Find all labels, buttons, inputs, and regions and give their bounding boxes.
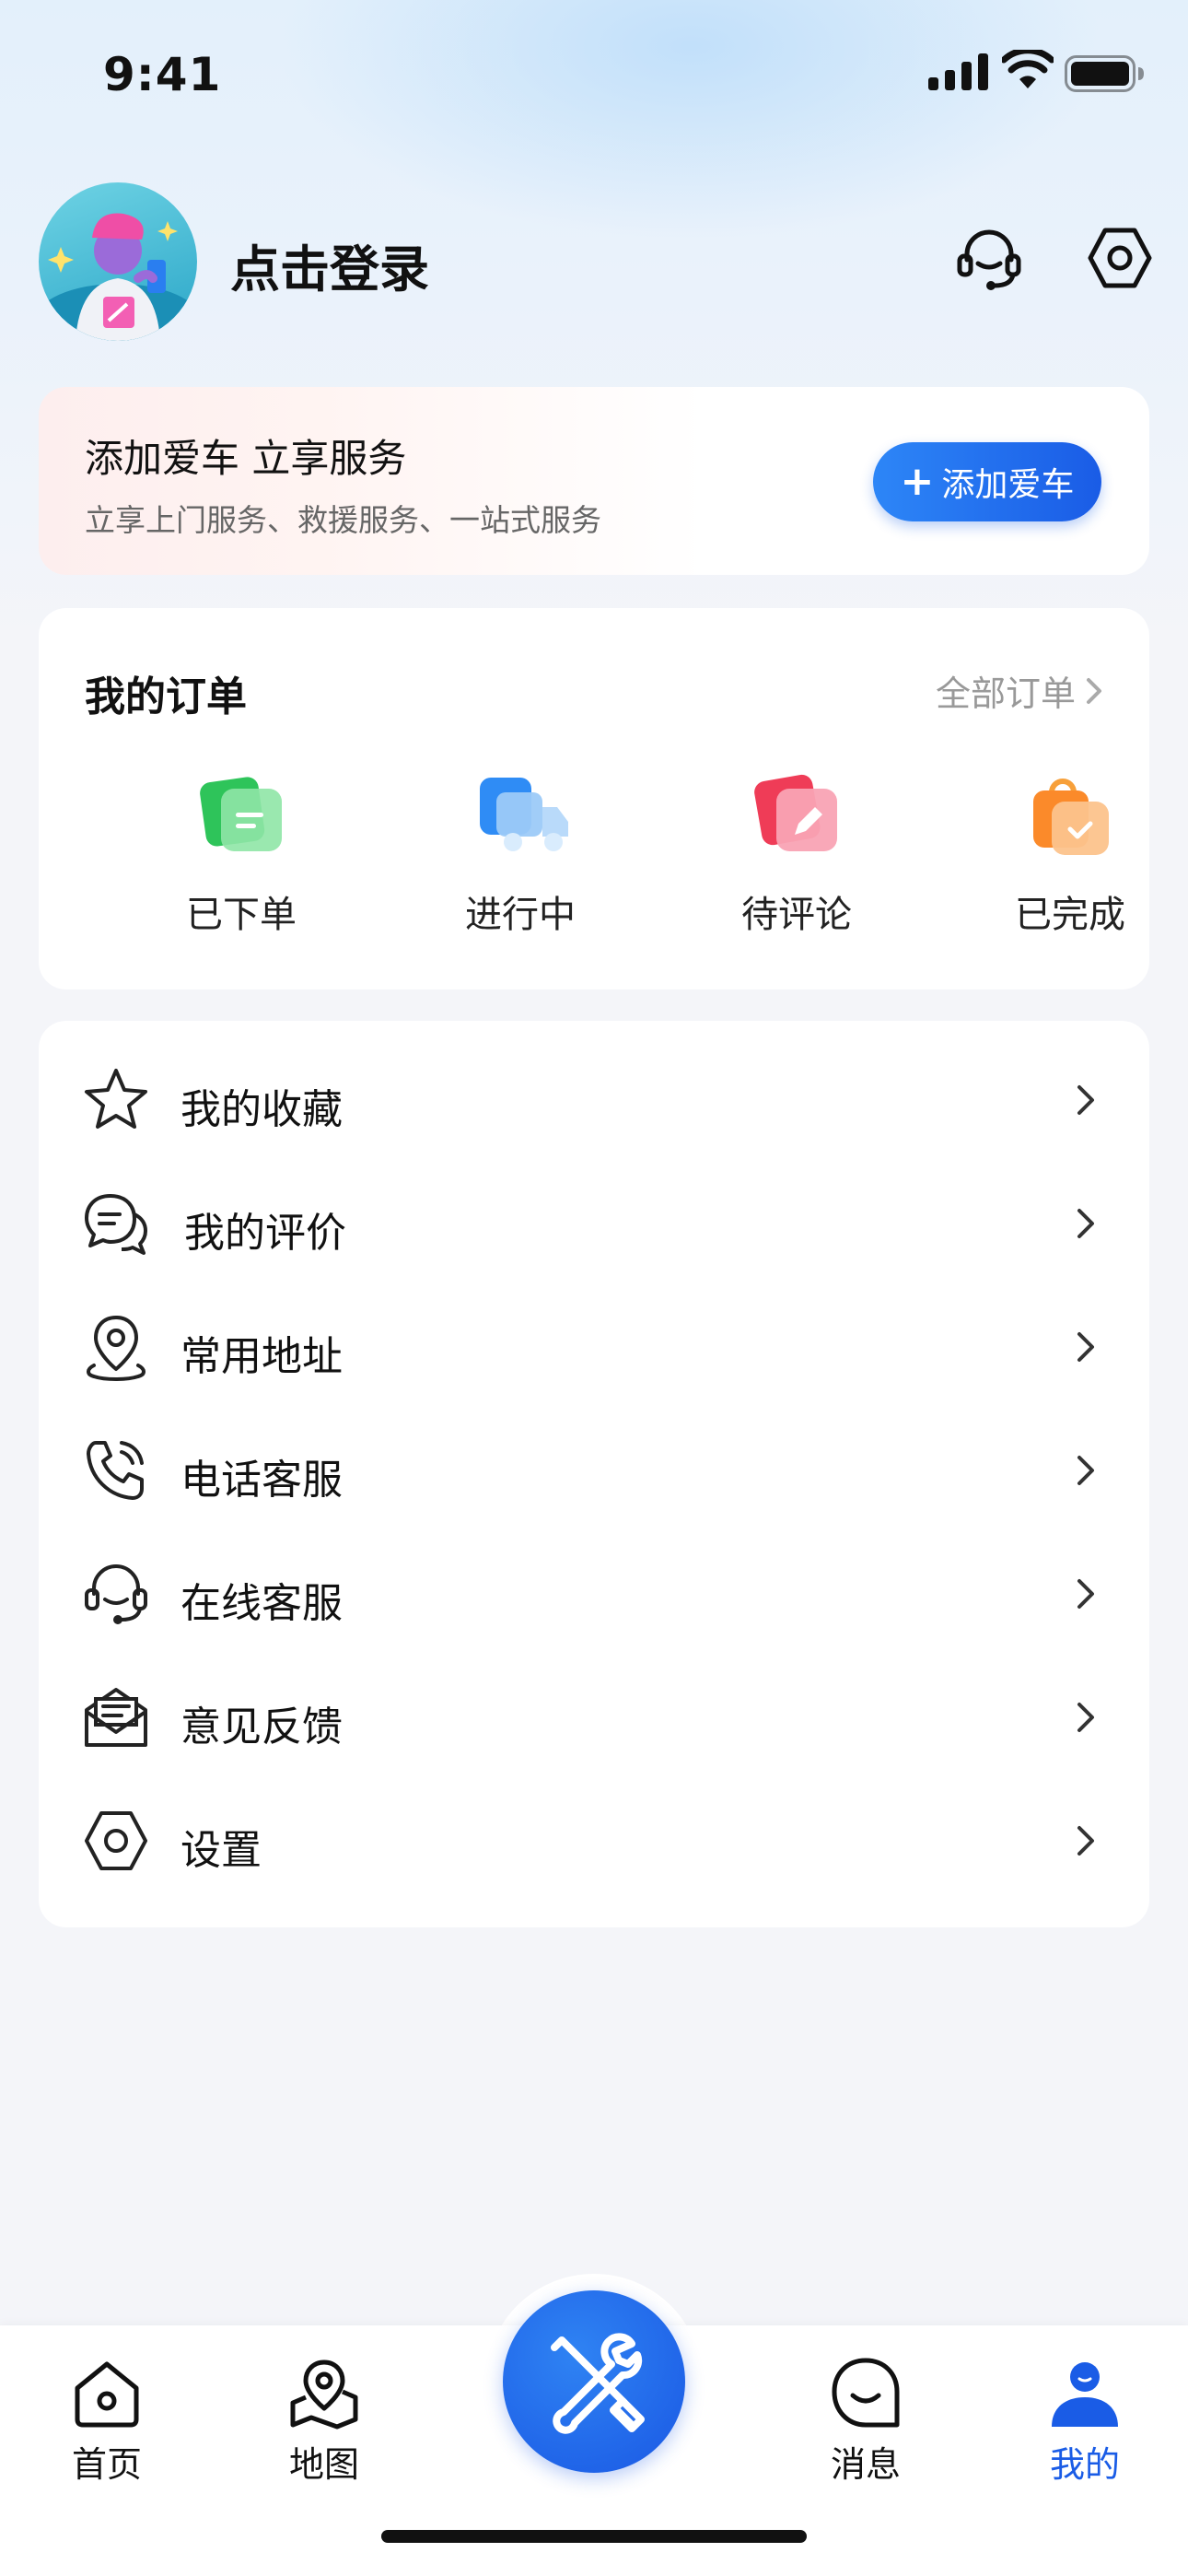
menu-item-label: 我的收藏 [181,1086,343,1133]
tab-messages[interactable]: 消息 [801,2355,930,2487]
cellular-signal-icon [928,53,988,90]
menu-item-label: 意见反馈 [181,1704,343,1751]
order-status-in-progress[interactable]: 进行中 [410,765,631,938]
customer-service-headset-icon[interactable] [952,221,1026,295]
tab-profile[interactable]: 我的 [1020,2355,1149,2487]
chat-bubbles-icon [85,1194,147,1255]
my-orders-card: 我的订单 全部订单 已下单 进行中 待评论 已完成 [39,608,1149,989]
tab-label: 首页 [71,2444,142,2485]
plus-icon: + [900,458,935,505]
menu-item-label: 常用地址 [181,1333,343,1380]
message-smile-icon [832,2358,900,2428]
add-car-title: 添加爱车 立享服务 [85,436,407,481]
all-orders-label: 全部订单 [935,673,1076,714]
menu-list: 我的收藏 我的评价 常用地址 电话客服 在线客服 意见反馈 设置 [39,1021,1149,1927]
menu-item-label: 设置 [181,1827,262,1874]
menu-item-label: 我的评价 [184,1210,346,1257]
chevron-right-icon [1077,1579,1094,1609]
chevron-right-icon [1087,677,1101,704]
chevron-right-icon [1077,1209,1094,1238]
chevron-right-icon [1077,1703,1094,1732]
star-icon [85,1069,147,1129]
shopping-bag-check-icon [1015,765,1125,866]
battery-icon [1065,55,1144,92]
add-car-button[interactable]: + 添加爱车 [873,442,1101,521]
home-indicator [381,2530,807,2543]
chevron-right-icon [1077,1085,1094,1115]
chevron-right-icon [1077,1332,1094,1362]
menu-item-phone-service[interactable]: 电话客服 [39,1408,1149,1531]
order-in-progress-label: 进行中 [465,894,576,936]
chevron-right-icon [1077,1826,1094,1856]
tab-service-tools-button[interactable] [503,2290,685,2473]
tab-label: 消息 [830,2444,901,2485]
menu-item-feedback[interactable]: 意见反馈 [39,1655,1149,1778]
headset-icon [85,1564,147,1624]
chevron-right-icon [1077,1456,1094,1485]
phone-icon [87,1441,144,1500]
menu-item-online-service[interactable]: 在线客服 [39,1531,1149,1655]
user-icon [1052,2362,1118,2427]
menu-item-label: 电话客服 [181,1457,343,1504]
status-bar: 9:41 [0,0,1188,138]
status-time: 9:41 [103,48,222,101]
login-link[interactable]: 点击登录 [230,228,429,301]
order-completed-label: 已完成 [1015,894,1125,936]
all-orders-link[interactable]: 全部订单 [936,665,1103,716]
order-status-to-review[interactable]: 待评论 [686,765,907,938]
settings-hexagon-icon [85,1811,147,1870]
order-placed-label: 已下单 [186,894,297,936]
add-car-button-label: 添加爱车 [941,466,1075,504]
settings-hexagon-icon[interactable] [1083,221,1157,295]
tab-label: 地图 [288,2444,359,2485]
add-car-banner: 添加爱车 立享服务 立享上门服务、救援服务、一站式服务 + 添加爱车 [39,387,1149,575]
mail-feedback-icon [85,1688,147,1747]
tools-icon [551,2333,645,2434]
edit-icon [741,765,852,866]
order-status-completed[interactable]: 已完成 [960,765,1181,938]
tab-map[interactable]: 地图 [260,2355,389,2487]
add-car-subtitle: 立享上门服务、救援服务、一站式服务 [85,502,601,538]
menu-item-label: 在线客服 [181,1580,343,1627]
wifi-icon [1002,50,1054,88]
orders-title: 我的订单 [85,673,247,720]
tab-home[interactable]: 首页 [42,2355,171,2487]
order-to-review-label: 待评论 [741,894,852,936]
menu-item-reviews[interactable]: 我的评价 [39,1161,1149,1284]
location-pin-icon [87,1316,146,1381]
menu-item-settings[interactable]: 设置 [39,1778,1149,1902]
map-icon [290,2359,358,2430]
menu-item-favorites[interactable]: 我的收藏 [39,1037,1149,1161]
tab-label: 我的 [1049,2444,1120,2485]
home-icon [75,2361,139,2428]
menu-item-addresses[interactable]: 常用地址 [39,1284,1149,1408]
order-status-placed[interactable]: 已下单 [131,765,352,938]
avatar-illustration [39,213,197,341]
truck-icon [465,765,576,866]
avatar[interactable] [39,182,197,341]
order-placed-icon [186,765,297,866]
